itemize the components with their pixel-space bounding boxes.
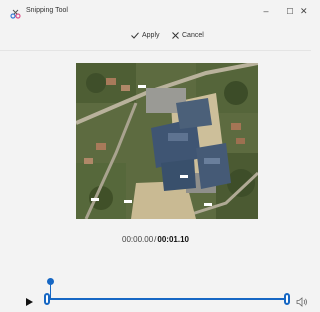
- trim-start-handle[interactable]: [44, 293, 50, 305]
- apply-label: Apply: [142, 31, 160, 39]
- maximize-button[interactable]: ☐: [280, 4, 300, 18]
- checkmark-icon: [131, 31, 139, 39]
- toolbar-divider: [0, 50, 311, 51]
- snipping-tool-icon: [10, 6, 21, 19]
- current-time: 00:00.00: [122, 235, 154, 244]
- playhead-line: [50, 284, 51, 298]
- title-bar: Snipping Tool – ☐ ✕: [0, 0, 311, 22]
- cancel-label: Cancel: [182, 31, 204, 39]
- minimize-button[interactable]: –: [256, 4, 276, 18]
- window-title: Snipping Tool: [26, 7, 68, 14]
- total-time: 00:01.10: [157, 235, 189, 244]
- time-readout: 00:00.00/00:01.10: [0, 235, 311, 244]
- player-controls: [0, 268, 311, 312]
- trim-end-handle[interactable]: [284, 293, 290, 305]
- play-icon[interactable]: [24, 294, 34, 306]
- cancel-button[interactable]: Cancel: [172, 29, 204, 41]
- video-preview: [76, 63, 258, 219]
- apply-button[interactable]: Apply: [131, 29, 160, 41]
- timeline-track[interactable]: [46, 298, 288, 300]
- close-window-button[interactable]: ✕: [300, 4, 311, 18]
- volume-icon[interactable]: [296, 294, 308, 307]
- edit-toolbar: Apply Cancel: [0, 26, 311, 44]
- close-icon: [172, 31, 179, 39]
